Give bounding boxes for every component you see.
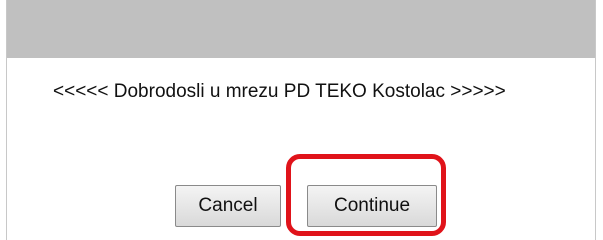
login-banner-dialog: <<<<< Dobrodosli u mrezu PD TEKO Kostola…	[6, 0, 596, 240]
continue-button[interactable]: Continue	[307, 185, 437, 227]
banner-message: <<<<< Dobrodosli u mrezu PD TEKO Kostola…	[53, 81, 506, 102]
dialog-titlebar	[7, 0, 595, 58]
cancel-button[interactable]: Cancel	[175, 185, 281, 227]
